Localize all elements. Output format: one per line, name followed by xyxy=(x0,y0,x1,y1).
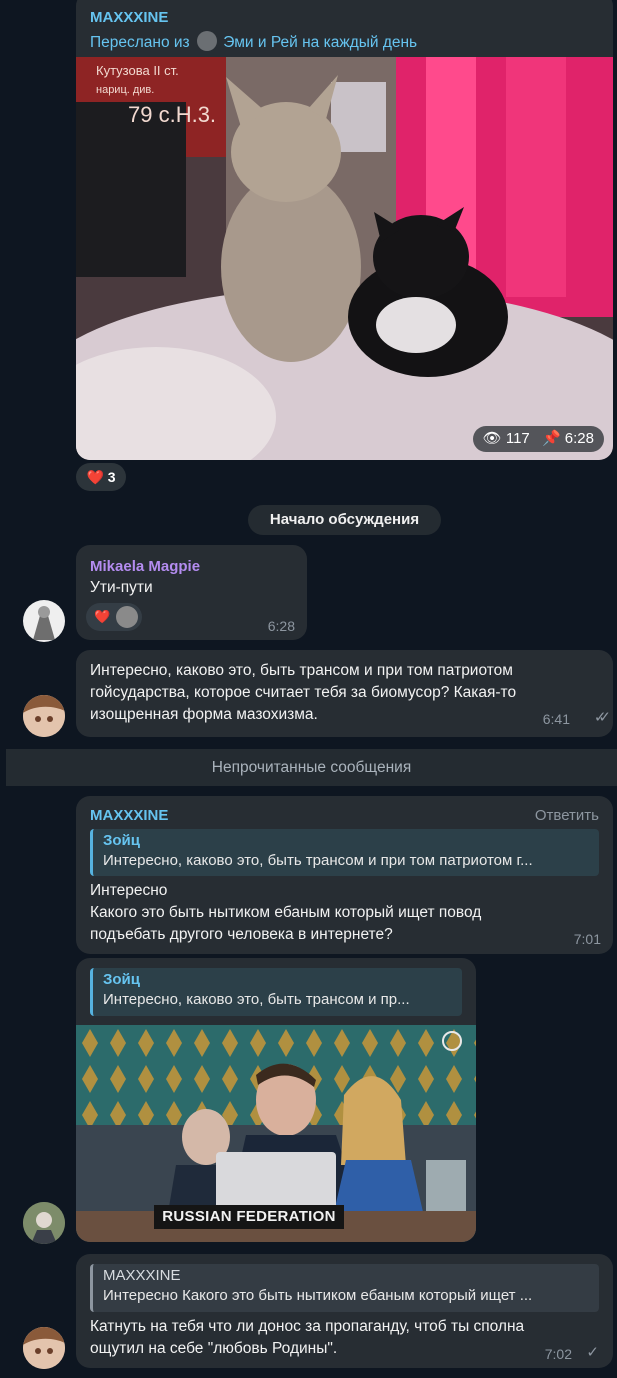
message-line: ощутил на себе "любовь Родины". xyxy=(90,1340,338,1357)
message-text: Ути-пути xyxy=(90,579,153,596)
reaction-count: 3 xyxy=(107,469,116,485)
forwarded-from-line[interactable]: Переслано из Эми и Рей на каждый день xyxy=(90,31,417,52)
check-icon: ✓ xyxy=(586,1344,599,1361)
quote-text: Интересно Какого это быть нытиком ебаным… xyxy=(103,1287,533,1304)
quote-text: Интересно, каково это, быть трансом и пр… xyxy=(103,852,533,869)
avatar[interactable] xyxy=(23,695,65,737)
quote-text: Интересно, каково это, быть трансом и пр… xyxy=(103,991,410,1008)
reply-message-bubble[interactable]: MAXXXINE Ответить Зойц Интересно, каково… xyxy=(76,796,613,954)
unread-divider: Непрочитанные сообщения xyxy=(6,749,617,786)
avatar[interactable] xyxy=(23,1327,65,1369)
views-time-badge: 👁 117 📌 6:28 xyxy=(472,426,604,452)
heart-icon: ❤️ xyxy=(94,609,111,624)
eye-icon: 👁 xyxy=(482,430,502,447)
sender-name[interactable]: MAXXXINE xyxy=(90,9,168,26)
message-bubble[interactable]: Mikaela Magpie Ути-пути ❤️ 6:28 xyxy=(76,545,307,640)
user-avatar-image xyxy=(23,1202,65,1244)
reply-quote[interactable]: MAXXXINE Интересно Какого это быть нытик… xyxy=(90,1264,599,1312)
cat-photo[interactable]: Кутузова II ст. нариц. див. 79 с.Н.3. 👁 … xyxy=(76,57,613,460)
message-time: 7:01 xyxy=(573,931,601,947)
view-count: 117 xyxy=(505,430,530,447)
quote-author: Зойц xyxy=(103,832,141,849)
reply-button[interactable]: Ответить xyxy=(535,807,599,824)
pin-icon: 📌 xyxy=(541,430,561,447)
heart-icon: ❤️ xyxy=(86,469,104,485)
sender-name[interactable]: Mikaela Magpie xyxy=(90,558,200,575)
message-line: гойсударства, которое считает тебя за би… xyxy=(90,684,517,701)
quote-author: MAXXXINE xyxy=(103,1267,181,1284)
sender-name[interactable]: MAXXXINE xyxy=(90,807,168,824)
message-line: Интересно, каково это, быть трансом и пр… xyxy=(90,662,513,679)
message-line: подъебать другого человека в интернете? xyxy=(90,926,393,943)
message-time: 6:28 xyxy=(267,618,295,634)
avatar[interactable] xyxy=(23,600,65,642)
reply-photo-message[interactable]: Зойц Интересно, каково это, быть трансом… xyxy=(76,958,476,1242)
reply-message-bubble[interactable]: MAXXXINE Интересно Какого это быть нытик… xyxy=(76,1254,613,1368)
unread-label: Непрочитанные сообщения xyxy=(211,759,412,776)
svg-text:79 с.Н.3.: 79 с.Н.3. xyxy=(128,102,216,127)
double-check-icon: ✓✓ xyxy=(593,709,611,726)
discussion-start-label: Начало обсуждения xyxy=(248,505,441,535)
svg-text:Кутузова II ст.: Кутузова II ст. xyxy=(96,63,179,78)
user-avatar-image xyxy=(23,695,65,737)
reactor-avatar xyxy=(116,606,138,628)
user-avatar-image xyxy=(23,1327,65,1369)
magpie-avatar-image xyxy=(33,606,55,640)
un-council-photo[interactable]: RUSSIAN FEDERATION xyxy=(76,1025,476,1242)
message-line: Какого это быть нытиком ебаным который и… xyxy=(90,904,482,921)
message-time: 6:28 xyxy=(564,430,594,447)
forwarded-channel-name[interactable]: Эми и Рей на каждый день xyxy=(223,34,417,51)
message-time: 6:41 xyxy=(542,711,570,727)
reply-quote[interactable]: Зойц Интересно, каково это, быть трансом… xyxy=(90,829,599,876)
message-time: 7:02 xyxy=(544,1346,572,1362)
reaction-chip[interactable]: ❤️ xyxy=(86,603,142,631)
svg-text:нариц. див.: нариц. див. xyxy=(96,84,154,96)
avatar[interactable] xyxy=(23,1202,65,1244)
heart-reaction[interactable]: ❤️ 3 xyxy=(76,463,126,491)
country-nameplate: RUSSIAN FEDERATION xyxy=(154,1205,344,1229)
message-line: Интересно xyxy=(90,882,168,899)
message-line: Катнуть на тебя что ли донос за пропаган… xyxy=(90,1318,525,1335)
channel-avatar xyxy=(196,31,217,51)
quote-author: Зойц xyxy=(103,971,141,988)
message-line: изощренная форма мазохизма. xyxy=(90,706,318,723)
cat-photo-image: Кутузова II ст. нариц. див. 79 с.Н.3. xyxy=(76,57,613,460)
message-bubble[interactable]: Интересно, каково это, быть трансом и пр… xyxy=(76,650,613,737)
forwarded-prefix: Переслано из xyxy=(90,34,190,51)
reply-quote[interactable]: Зойц Интересно, каково это, быть трансом… xyxy=(90,968,462,1016)
forwarded-photo-message[interactable]: MAXXXINE Переслано из Эми и Рей на кажды… xyxy=(76,0,613,460)
